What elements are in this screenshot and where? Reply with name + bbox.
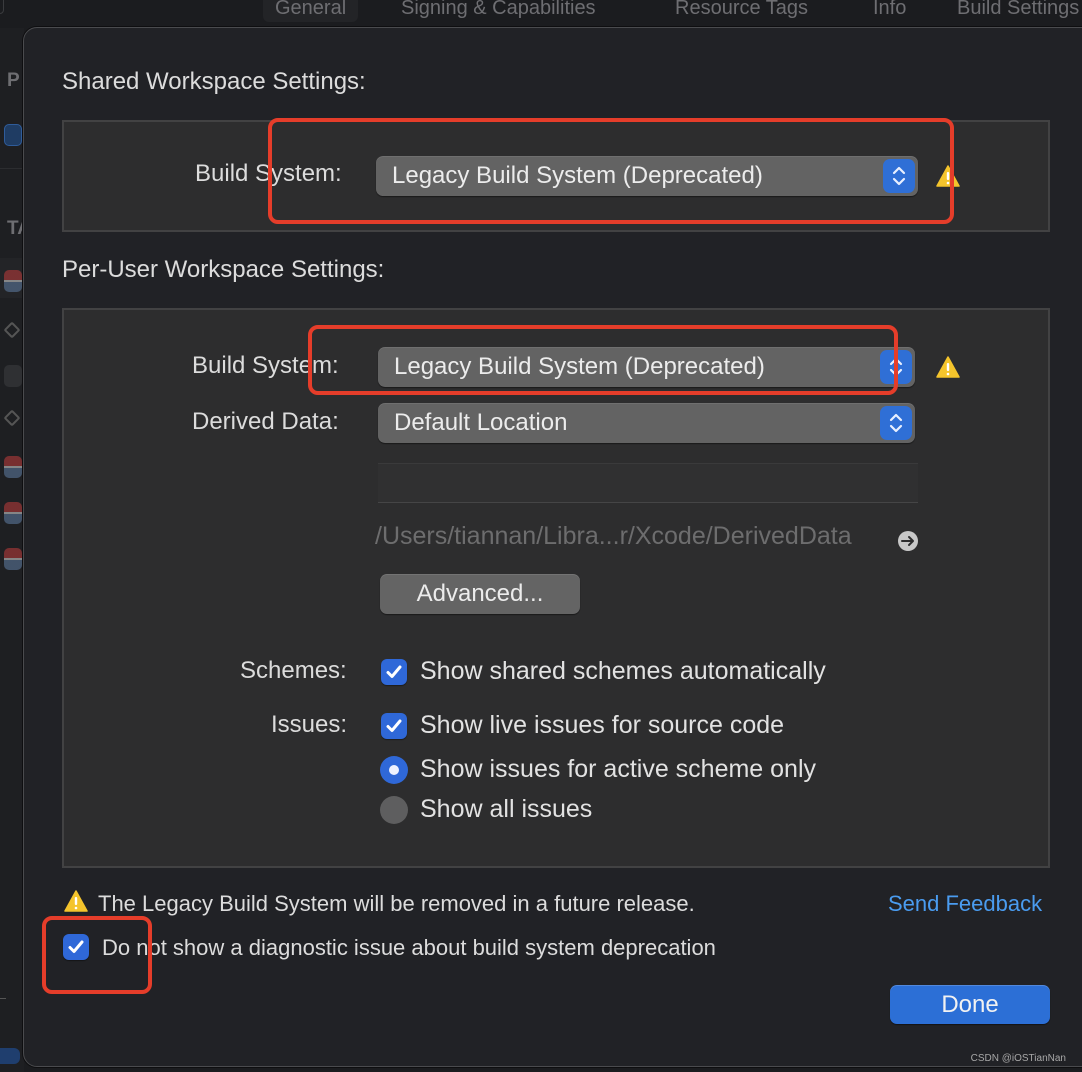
schemes-checkbox[interactable] xyxy=(381,659,407,685)
derived-data-label: Derived Data: xyxy=(192,408,339,435)
derived-data-popup[interactable]: Default Location xyxy=(378,403,915,443)
live-issues-label[interactable]: Show live issues for source code xyxy=(420,711,784,740)
editor-tab-bar: General Signing & Capabilities Resource … xyxy=(0,0,1082,28)
all-issues-label[interactable]: Show all issues xyxy=(420,795,592,824)
send-feedback-link[interactable]: Send Feedback xyxy=(888,891,1042,917)
issues-label: Issues: xyxy=(271,711,348,738)
target-app-icon[interactable] xyxy=(4,456,22,478)
target-extension-icon[interactable] xyxy=(3,409,21,427)
schemes-label: Schemes: xyxy=(240,657,347,684)
project-section-header: P xyxy=(7,70,20,91)
derived-data-path: /Users/tiannan/Libra...r/Xcode/DerivedDa… xyxy=(375,522,852,550)
tab-info[interactable]: Info xyxy=(861,0,918,22)
done-button[interactable]: Done xyxy=(890,985,1050,1024)
chevron-up-down-icon xyxy=(880,406,912,440)
target-app-store-icon[interactable] xyxy=(4,365,22,387)
target-app-icon[interactable] xyxy=(4,270,22,292)
tab-general[interactable]: General xyxy=(263,0,359,22)
tab-signing-capabilities[interactable]: Signing & Capabilities xyxy=(389,0,608,22)
project-app-store-icon[interactable] xyxy=(4,124,22,146)
reveal-in-finder-arrow-icon[interactable] xyxy=(898,531,918,551)
active-scheme-only-label[interactable]: Show issues for active scheme only xyxy=(420,755,816,784)
shared-settings-title: Shared Workspace Settings: xyxy=(62,68,366,95)
sidebar-filter-indicator xyxy=(0,1048,20,1064)
live-issues-checkbox[interactable] xyxy=(381,713,407,739)
chevron-up-down-icon xyxy=(880,350,912,384)
tab-bar-left-control xyxy=(0,0,4,14)
derived-data-value: Default Location xyxy=(394,409,568,436)
tab-resource-tags[interactable]: Resource Tags xyxy=(663,0,820,22)
per-user-build-system-label: Build System: xyxy=(192,352,339,379)
suppress-diagnostic-label[interactable]: Do not show a diagnostic issue about bui… xyxy=(102,935,716,961)
target-extension-icon[interactable] xyxy=(3,321,21,339)
derived-data-path-field[interactable] xyxy=(378,463,918,503)
target-app-icon[interactable] xyxy=(4,548,22,570)
advanced-button[interactable]: Advanced... xyxy=(380,574,580,614)
target-app-icon[interactable] xyxy=(4,502,22,524)
deprecation-notice: The Legacy Build System will be removed … xyxy=(98,891,695,916)
warning-triangle-icon xyxy=(936,165,960,187)
warning-triangle-icon xyxy=(936,356,960,378)
per-user-settings-title: Per-User Workspace Settings: xyxy=(62,256,385,283)
chevron-up-down-icon xyxy=(883,159,915,193)
project-sidebar: P TA xyxy=(0,28,31,1072)
schemes-option-label[interactable]: Show shared schemes automatically xyxy=(420,657,826,686)
watermark: CSDN @iOSTianNan xyxy=(970,1053,1066,1064)
shared-build-system-value: Legacy Build System (Deprecated) xyxy=(392,162,763,189)
shared-build-system-popup[interactable]: Legacy Build System (Deprecated) xyxy=(376,156,918,196)
warning-triangle-icon xyxy=(64,890,88,912)
per-user-build-system-popup[interactable]: Legacy Build System (Deprecated) xyxy=(378,347,915,387)
active-scheme-only-radio[interactable] xyxy=(380,756,408,784)
shared-build-system-label: Build System: xyxy=(195,160,342,187)
suppress-diagnostic-checkbox[interactable] xyxy=(63,934,89,960)
all-issues-radio[interactable] xyxy=(380,796,408,824)
tab-build-settings[interactable]: Build Settings xyxy=(945,0,1082,22)
per-user-build-system-value: Legacy Build System (Deprecated) xyxy=(394,353,765,380)
